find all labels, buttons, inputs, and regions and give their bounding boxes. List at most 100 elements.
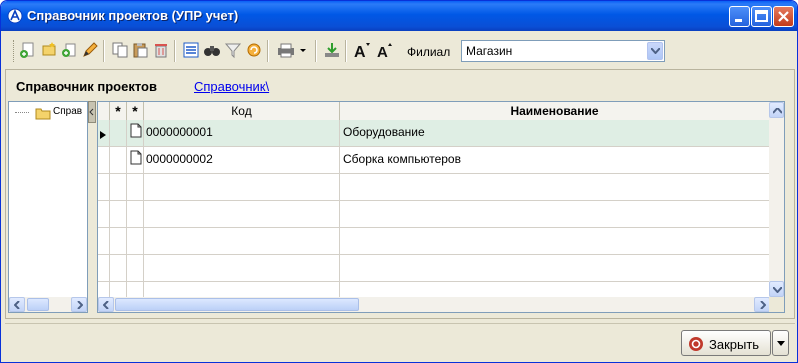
empty-row xyxy=(98,255,770,282)
chevron-down-icon xyxy=(651,48,660,54)
mark-column-header[interactable]: * xyxy=(127,102,144,120)
breadcrumb-link[interactable]: Справочник\ xyxy=(194,79,269,94)
close-options-dropdown[interactable] xyxy=(772,330,789,356)
code-cell-text: 0000000002 xyxy=(146,152,213,166)
grid-header: * * Код Наименование xyxy=(98,102,770,121)
grid-vertical-scrollbar[interactable] xyxy=(769,102,784,297)
grid-horizontal-scrollbar[interactable] xyxy=(98,297,770,312)
panel-title: Справочник проектов xyxy=(16,79,157,94)
close-icon xyxy=(778,11,789,22)
empty-row xyxy=(98,228,770,255)
table-row[interactable]: 0000000002 Сборка компьютеров xyxy=(98,147,770,174)
close-button[interactable]: Закрыть xyxy=(681,330,771,356)
copy-icon[interactable] xyxy=(111,41,129,59)
filter-icon[interactable] xyxy=(224,41,242,59)
toolbar-separator xyxy=(315,40,317,62)
maximize-button[interactable] xyxy=(751,6,772,27)
code-cell-text: 0000000001 xyxy=(146,125,213,139)
scroll-right-button[interactable] xyxy=(71,297,87,312)
project-directory-window: Справочник проектов (УПР учет) A A Филиа… xyxy=(0,0,798,363)
name-cell-text: Сборка компьютеров xyxy=(343,152,461,166)
scroll-left-button[interactable] xyxy=(9,297,25,312)
chevron-left-icon xyxy=(89,108,94,116)
add-folder-icon[interactable] xyxy=(40,41,58,59)
scroll-left-button[interactable] xyxy=(98,297,114,312)
projects-grid[interactable]: * * Код Наименование 0000000001 Оборудов… xyxy=(97,101,785,313)
scroll-thumb[interactable] xyxy=(27,298,49,311)
close-window-button[interactable] xyxy=(773,6,794,27)
branch-select[interactable]: Магазин xyxy=(461,40,665,62)
window-title: Справочник проектов (УПР учет) xyxy=(27,8,239,23)
svg-text:A: A xyxy=(377,44,388,59)
mark-column-header[interactable]: * xyxy=(110,102,127,120)
mark-cell[interactable] xyxy=(110,120,127,147)
branch-dropdown-button[interactable] xyxy=(647,42,663,60)
footer-divider xyxy=(5,323,795,324)
toolbar-separator xyxy=(174,40,176,62)
name-cell[interactable]: Оборудование xyxy=(340,120,770,147)
name-cell[interactable]: Сборка компьютеров xyxy=(340,147,770,174)
binoculars-search-icon[interactable] xyxy=(203,41,221,59)
toolbar-grip[interactable] xyxy=(13,40,17,62)
toolbar-separator xyxy=(103,40,105,62)
row-indicator-cell xyxy=(98,147,110,174)
table-row[interactable]: 0000000001 Оборудование xyxy=(98,120,770,147)
font-decrease-icon[interactable]: A xyxy=(375,41,395,59)
app-icon xyxy=(7,8,23,24)
scroll-up-button[interactable] xyxy=(769,102,784,118)
name-column-header[interactable]: Наименование xyxy=(340,102,770,120)
empty-row xyxy=(98,201,770,228)
scroll-right-button[interactable] xyxy=(754,297,770,312)
row-indicator-cell xyxy=(98,120,110,147)
tree-connector xyxy=(15,112,29,113)
stop-circle-icon xyxy=(689,337,703,351)
list-view-icon[interactable] xyxy=(182,41,200,59)
mark-cell[interactable] xyxy=(127,120,144,147)
scrollbar-corner xyxy=(769,297,784,312)
chevron-up-icon xyxy=(773,108,782,114)
folder-tree[interactable]: Справ xyxy=(8,101,88,313)
branch-select-value: Магазин xyxy=(466,44,513,58)
tree-horizontal-scrollbar[interactable] xyxy=(9,297,87,312)
refresh-icon[interactable] xyxy=(245,41,263,59)
print-icon[interactable] xyxy=(276,41,310,59)
title-bar[interactable]: Справочник проектов (УПР учет) xyxy=(1,1,797,31)
delete-icon[interactable] xyxy=(152,41,170,59)
code-cell[interactable]: 0000000001 xyxy=(144,120,340,147)
toolbar: A A xyxy=(11,37,467,65)
code-column-header[interactable]: Код xyxy=(144,102,340,120)
tree-item[interactable]: Справ xyxy=(53,106,82,117)
svg-text:A: A xyxy=(354,44,366,59)
scroll-down-button[interactable] xyxy=(769,281,784,297)
panel-splitter[interactable] xyxy=(89,101,95,313)
add-copy-icon[interactable] xyxy=(61,41,79,59)
splitter-collapse-handle[interactable] xyxy=(88,101,96,123)
document-icon xyxy=(130,123,142,138)
close-button-label: Закрыть xyxy=(709,337,760,352)
mark-cell[interactable] xyxy=(127,147,144,174)
edit-pencil-icon[interactable] xyxy=(81,41,99,59)
folder-icon xyxy=(35,108,51,120)
font-increase-icon[interactable]: A xyxy=(353,41,373,59)
empty-row xyxy=(98,282,770,309)
maximize-icon xyxy=(755,10,768,22)
minimize-button[interactable] xyxy=(729,6,750,27)
export-download-icon[interactable] xyxy=(323,41,341,59)
mark-cell[interactable] xyxy=(110,147,127,174)
chevron-right-icon xyxy=(77,301,83,309)
scroll-thumb[interactable] xyxy=(115,298,359,311)
toolbar-separator xyxy=(267,40,269,62)
row-indicator-header xyxy=(98,102,110,120)
code-cell[interactable]: 0000000002 xyxy=(144,147,340,174)
toolbar-separator xyxy=(345,40,347,62)
document-icon xyxy=(130,150,142,165)
current-row-arrow-icon xyxy=(100,131,106,139)
name-cell-text: Оборудование xyxy=(343,125,425,139)
chevron-right-icon xyxy=(760,301,766,309)
chevron-left-icon xyxy=(14,301,20,309)
add-item-icon[interactable] xyxy=(19,41,37,59)
chevron-left-icon xyxy=(103,301,109,309)
paste-icon[interactable] xyxy=(131,41,149,59)
empty-row xyxy=(98,174,770,201)
chevron-down-icon xyxy=(773,287,782,293)
